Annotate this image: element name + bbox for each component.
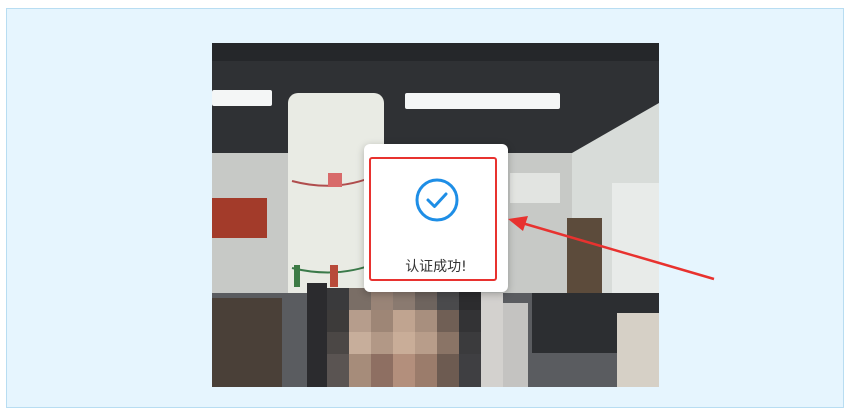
auth-success-message: 认证成功! [405, 259, 467, 275]
check-circle-icon [414, 177, 460, 223]
